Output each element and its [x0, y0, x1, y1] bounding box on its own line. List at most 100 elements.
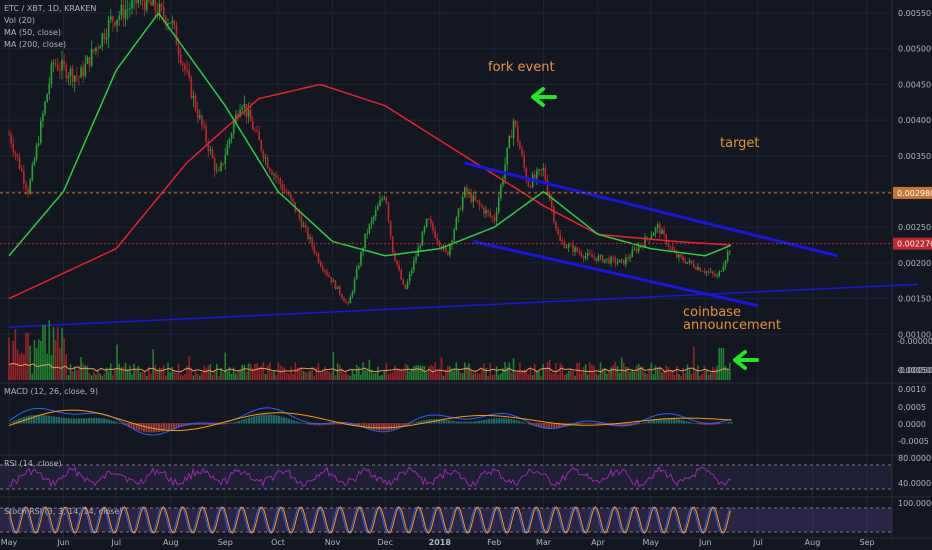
candle-body	[559, 234, 561, 241]
macd-label: MACD (12, 26, close, 9)	[4, 387, 98, 396]
candle-body	[105, 37, 108, 40]
candle-body	[143, 1, 146, 11]
macd-bar	[685, 421, 688, 424]
candle-body	[580, 252, 583, 257]
macd-bar	[225, 423, 228, 425]
volume-bar	[114, 369, 116, 380]
candle-body	[542, 168, 545, 171]
macd-bar	[523, 422, 525, 424]
trading-chart[interactable]: fork eventtargetcoinbaseannouncementETC …	[0, 0, 932, 550]
candle-body	[495, 211, 498, 221]
volume-bar	[483, 363, 485, 380]
candle-body	[616, 262, 619, 264]
volume-bar	[396, 369, 398, 380]
candle-body	[584, 255, 587, 259]
volume-bar	[101, 375, 104, 380]
volume-bar	[124, 362, 127, 380]
candle-body	[93, 49, 95, 52]
candle-body	[351, 291, 354, 297]
macd-bar	[375, 423, 378, 430]
volume-bar	[345, 372, 347, 380]
volume-bar	[167, 362, 169, 380]
candle-body	[538, 169, 540, 171]
volume-bar	[510, 372, 513, 380]
candle-body	[436, 237, 439, 242]
candle-body	[42, 113, 44, 122]
candle-body	[220, 163, 222, 171]
time-axis-label: Oct	[271, 538, 285, 547]
volume-bar	[553, 372, 555, 380]
volume-bar	[283, 367, 286, 380]
volume-axis-label: -0.00050	[897, 366, 932, 375]
volume-bar	[239, 369, 241, 380]
candle-body	[277, 177, 280, 179]
macd-bar	[505, 418, 508, 424]
volume-bar	[421, 365, 424, 380]
candle-body	[652, 233, 655, 236]
volume-bar	[330, 372, 333, 380]
candle-body	[627, 257, 629, 259]
candle-body	[332, 280, 335, 283]
candle-body	[718, 271, 720, 276]
macd-bar	[455, 421, 458, 424]
candle-body	[18, 157, 21, 169]
candle-body	[402, 279, 405, 285]
volume-bar	[724, 365, 727, 380]
overlay-label: MA (200, close)	[4, 40, 66, 49]
volume-bar	[430, 365, 432, 380]
candle-body	[512, 120, 515, 138]
macd-bar	[115, 421, 118, 424]
candle-body	[324, 270, 326, 272]
volume-bar	[59, 348, 61, 380]
volume-bar	[654, 365, 657, 380]
volume-bar	[256, 363, 258, 380]
candle-body	[14, 152, 17, 155]
macd-bar	[553, 423, 555, 429]
candle-body	[107, 19, 110, 38]
candle-body	[517, 126, 519, 143]
candle-body	[120, 4, 123, 16]
volume-bar	[97, 370, 99, 380]
macd-bar	[65, 418, 68, 424]
candle-body	[574, 247, 576, 252]
macd-bar	[543, 423, 545, 428]
volume-bar	[273, 370, 275, 380]
candle-body	[116, 19, 118, 26]
candle-body	[703, 271, 706, 273]
macd-bar	[240, 420, 243, 424]
volume-bar	[307, 372, 309, 380]
macd-bar	[288, 418, 290, 424]
macd-bar	[165, 423, 168, 431]
volume-bar	[606, 373, 608, 380]
macd-bar	[645, 421, 648, 424]
candle-body	[370, 220, 373, 225]
candle-body	[260, 140, 263, 152]
macd-bar	[650, 420, 653, 424]
macd-bar	[285, 418, 288, 424]
macd-bar	[588, 423, 590, 424]
candle-body	[129, 8, 131, 10]
candle-body	[347, 301, 349, 304]
candle-body	[447, 251, 449, 255]
macd-bar	[295, 421, 298, 424]
volume-bar	[82, 363, 84, 380]
candle-body	[582, 256, 585, 259]
candle-body	[368, 224, 371, 233]
volume-bar	[417, 365, 419, 380]
volume-bar	[90, 375, 93, 380]
candle-body	[61, 59, 63, 71]
volume-bar	[135, 369, 137, 380]
volume-bar	[160, 367, 163, 380]
volume-bar	[425, 372, 428, 380]
volume-bar	[338, 364, 341, 380]
candle-body	[199, 115, 201, 119]
rsi-axis-label: 80.0000	[898, 454, 931, 463]
volume-bar	[427, 366, 430, 380]
candle-body	[676, 252, 678, 258]
candle-body	[256, 130, 258, 132]
candle-body	[148, 0, 150, 1]
candle-body	[266, 157, 269, 169]
candle-body	[523, 155, 525, 168]
macd-bar	[298, 422, 300, 424]
candle-body	[319, 262, 322, 267]
